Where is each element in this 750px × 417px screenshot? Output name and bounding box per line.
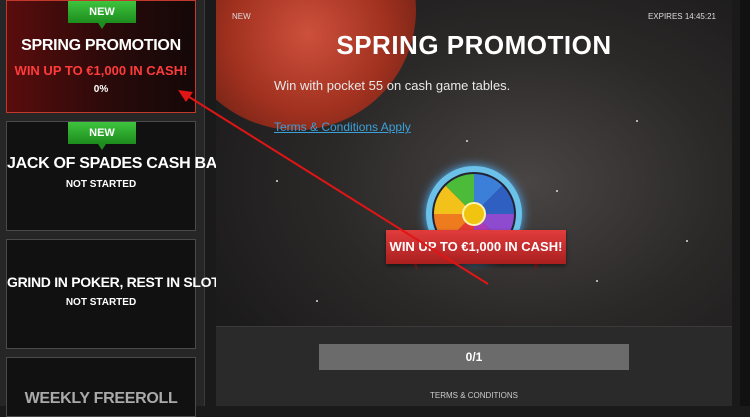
star [686, 240, 688, 242]
scrollbar-track[interactable] [740, 0, 750, 406]
promo-card-title: GRIND IN POKER, REST IN SLOT... [7, 274, 229, 290]
terms-link[interactable]: Terms & Conditions Apply [274, 120, 411, 134]
star [466, 140, 468, 142]
star [636, 120, 638, 122]
progress-panel: 0/1 TERMS & CONDITIONS [216, 326, 732, 406]
promo-card-jack-of-spades[interactable]: NEW JACK OF SPADES CASH BACK NOT STARTED [6, 121, 240, 231]
promotion-title: SPRING PROMOTION [336, 30, 612, 60]
new-ribbon: NEW [68, 122, 136, 150]
promo-card-status: NOT STARTED [65, 297, 137, 308]
star [316, 300, 318, 302]
terms-and-conditions-link[interactable]: TERMS & CONDITIONS [216, 391, 732, 400]
promotion-description: Win with pocket 55 on cash game tables. [274, 78, 511, 93]
star [556, 190, 558, 192]
promo-card-prize: WIN UP TO €1,000 IN CASH! [14, 63, 188, 78]
prize-banner: WIN UP TO €1,000 IN CASH! [386, 230, 566, 264]
promo-card-status: NOT STARTED [65, 179, 137, 190]
star [276, 180, 278, 182]
new-tag: NEW [232, 12, 251, 21]
expires-timer: EXPIRES 14:45:21 [647, 12, 716, 21]
progress-bar: 0/1 [319, 344, 629, 370]
promo-card-grind-poker[interactable]: GRIND IN POKER, REST IN SLOT... NOT STAR… [6, 239, 229, 349]
star [596, 280, 598, 282]
promotion-detail-panel: NEW EXPIRES 14:45:21 SPRING PROMOTION Wi… [216, 0, 732, 406]
promo-card-title: SPRING PROMOTION [21, 37, 181, 54]
promo-card-progress: 0% [93, 84, 109, 95]
promo-card-spring[interactable]: NEW SPRING PROMOTION WIN UP TO €1,000 IN… [6, 0, 196, 113]
promotions-sidebar: NEW SPRING PROMOTION WIN UP TO €1,000 IN… [0, 0, 240, 417]
new-ribbon: NEW [68, 1, 136, 29]
promo-card-title: JACK OF SPADES CASH BACK [7, 155, 240, 172]
promo-card-title: WEEKLY FREEROLL [24, 390, 178, 407]
promo-card-weekly-freeroll[interactable]: WEEKLY FREEROLL [6, 357, 196, 417]
